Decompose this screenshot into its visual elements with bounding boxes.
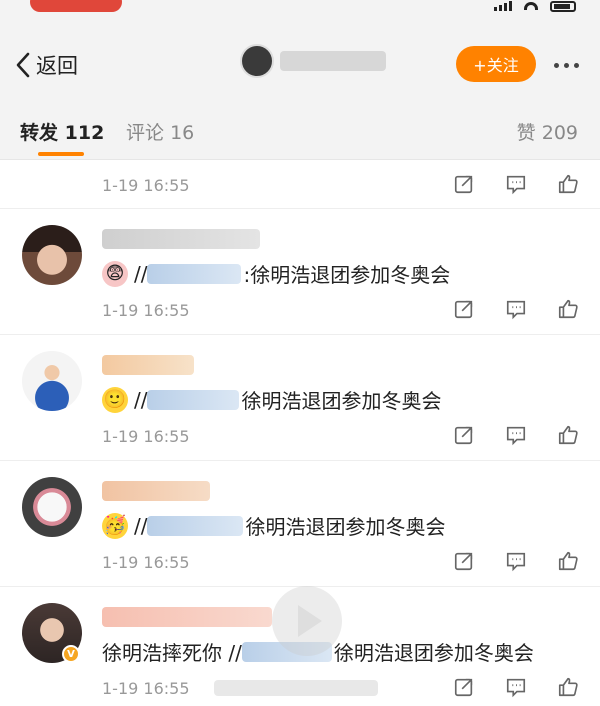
share-icon: [454, 552, 473, 571]
action-bar: [452, 297, 580, 321]
cake-emoji-icon: 🥳: [102, 512, 128, 539]
thumbs-up-icon: [558, 677, 578, 697]
nav-bar: 返回 +关注: [0, 30, 600, 98]
like-button[interactable]: [556, 675, 580, 699]
repost-button[interactable]: [452, 297, 476, 321]
tab-comment-label: 评论: [126, 122, 165, 144]
smile-emoji-icon: 🙂: [102, 386, 128, 413]
avatar[interactable]: [22, 477, 82, 537]
back-label: 返回: [36, 54, 78, 78]
play-icon[interactable]: [272, 586, 342, 656]
repost-button[interactable]: [452, 172, 476, 196]
like-button[interactable]: [556, 549, 580, 573]
comment-button[interactable]: [504, 423, 528, 447]
face-emoji-icon: 😨: [102, 260, 128, 287]
repost-text: 😨 // :徐明浩退团参加冬奥会: [102, 259, 450, 288]
status-pill: [30, 0, 122, 12]
tab-repost-label: 转发: [20, 122, 59, 144]
repost-separator: //: [134, 261, 148, 286]
thumbs-up-icon: [558, 551, 578, 571]
like-button[interactable]: [556, 423, 580, 447]
follow-button[interactable]: +关注: [456, 46, 536, 82]
tab-repost-count: 112: [64, 122, 105, 144]
repost-button[interactable]: [452, 675, 476, 699]
list-item: 🥳 // 徐明浩退团参加冬奥会 1-19 16:55: [0, 461, 600, 587]
action-bar: [452, 675, 580, 699]
repost-button[interactable]: [452, 549, 476, 573]
list-item: 🙂 // 徐明浩退团参加冬奥会 1-19 16:55: [0, 335, 600, 461]
timestamp: 1-19 16:55: [102, 553, 190, 572]
nav-username-blurred: [280, 51, 386, 71]
thumbs-up-icon: [558, 299, 578, 319]
comment-icon: [506, 175, 526, 195]
username-blurred[interactable]: [102, 355, 194, 375]
repost-text: 🙂 // 徐明浩退团参加冬奥会: [102, 385, 441, 414]
more-options-button[interactable]: [546, 50, 586, 80]
verified-badge-icon: V: [62, 645, 80, 663]
chevron-left-icon: [16, 52, 30, 78]
nav-avatar[interactable]: [240, 44, 274, 78]
tab-comment[interactable]: 评论 16: [126, 118, 194, 145]
action-bar: [452, 423, 580, 447]
timestamp: 1-19 16:55: [102, 176, 190, 195]
signal-icon: [494, 1, 512, 11]
battery-icon: [550, 0, 576, 12]
tab-likes[interactable]: 赞 209: [517, 118, 578, 145]
comment-button[interactable]: [504, 549, 528, 573]
tab-comment-count: 16: [170, 122, 195, 144]
status-icons: [494, 0, 576, 12]
comment-button[interactable]: [504, 675, 528, 699]
repost-content: :徐明浩退团参加冬奥会: [243, 263, 451, 287]
share-icon: [454, 175, 473, 194]
comment-icon: [506, 426, 526, 446]
thumbs-up-icon: [558, 425, 578, 445]
like-button[interactable]: [556, 172, 580, 196]
back-button[interactable]: 返回: [14, 50, 78, 80]
like-button[interactable]: [556, 297, 580, 321]
repost-content: 徐明浩退团参加冬奥会: [241, 389, 442, 413]
username-blurred[interactable]: [102, 229, 260, 249]
comment-icon: [506, 552, 526, 572]
timestamp: 1-19 16:55: [102, 427, 190, 446]
tab-likes-label: 赞: [516, 122, 536, 144]
repost-button[interactable]: [452, 423, 476, 447]
tab-active-indicator: [38, 152, 84, 156]
repost-separator: //: [134, 387, 148, 412]
nav-user[interactable]: [240, 44, 386, 78]
tab-likes-count: 209: [541, 122, 578, 144]
share-icon: [454, 426, 473, 445]
timestamp: 1-19 16:55: [102, 679, 190, 698]
status-bar: [0, 0, 600, 30]
timestamp: 1-19 16:55: [102, 301, 190, 320]
share-icon: [454, 678, 473, 697]
repost-separator: //: [134, 513, 148, 538]
repost-lead-text: 徐明浩摔死你 //: [102, 641, 242, 665]
mention-blurred[interactable]: [147, 515, 244, 536]
username-blurred[interactable]: [102, 607, 272, 627]
repost-text: 🥳 // 徐明浩退团参加冬奥会: [102, 511, 445, 540]
username-blurred[interactable]: [102, 481, 210, 501]
thumbs-up-icon: [558, 174, 578, 194]
mention-blurred[interactable]: [147, 389, 240, 410]
action-bar: [452, 172, 580, 196]
repost-content: 徐明浩退团参加冬奥会: [333, 641, 534, 665]
wifi-icon: [524, 2, 538, 10]
avatar[interactable]: [22, 225, 82, 285]
list-item: 1-19 16:55: [0, 160, 600, 209]
comment-button[interactable]: [504, 172, 528, 196]
comment-icon: [506, 300, 526, 320]
repost-content: 徐明浩退团参加冬奥会: [245, 515, 446, 539]
tab-repost[interactable]: 转发 112: [20, 118, 104, 145]
comment-icon: [506, 678, 526, 698]
avatar[interactable]: [22, 351, 82, 411]
action-bar: [452, 549, 580, 573]
comment-button[interactable]: [504, 297, 528, 321]
mention-blurred[interactable]: [147, 263, 242, 284]
share-icon: [454, 300, 473, 319]
watermark-blurred: [214, 680, 378, 696]
list-item: 😨 // :徐明浩退团参加冬奥会 1-19 16:55: [0, 209, 600, 335]
tab-bar: 转发 112 评论 16 赞 209: [0, 98, 600, 160]
